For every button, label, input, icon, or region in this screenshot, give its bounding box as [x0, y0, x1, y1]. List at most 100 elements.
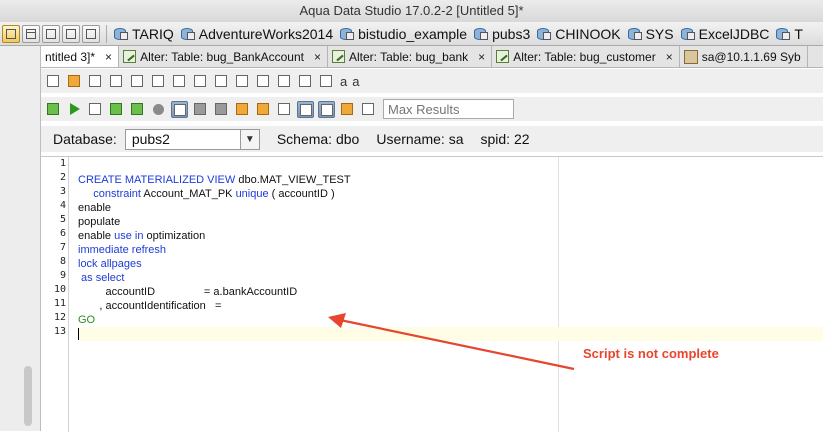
database-server-icon: [627, 26, 643, 42]
copy-button[interactable]: [213, 73, 230, 90]
stop-button[interactable]: [150, 101, 167, 118]
save-icon: [89, 74, 101, 87]
code-token: populate: [78, 216, 121, 228]
chart-view-toggle-button[interactable]: [82, 24, 100, 43]
sql-keyword: immediate refresh: [78, 244, 167, 256]
annotation-text: Script is not complete: [583, 346, 719, 361]
alter-table-icon: [331, 50, 345, 63]
connection-tariq[interactable]: TARIQ: [113, 26, 174, 42]
execute-button[interactable]: [66, 101, 83, 118]
code-line: constraint Account_MAT_PK unique ( accou…: [78, 187, 823, 201]
client-statistics-button[interactable]: [276, 101, 293, 118]
tab-alter-bug-bankaccount[interactable]: Alter: Table: bug_BankAccount ×: [119, 46, 328, 67]
code-line: enable use in optimization: [78, 229, 823, 243]
tab-server-session[interactable]: sa@10.1.1.69 Syb: [680, 46, 808, 67]
tab-close-icon[interactable]: ×: [314, 50, 321, 64]
code-line: populate: [78, 215, 823, 229]
format-sql-icon: [257, 102, 269, 115]
list-view-toggle-button[interactable]: [42, 24, 60, 43]
database-server-icon: [680, 26, 696, 42]
execute-current-button[interactable]: [87, 101, 104, 118]
database-server-icon: [775, 26, 791, 42]
results-in-grid-button[interactable]: [297, 100, 314, 118]
execute-all-icon: [47, 102, 59, 115]
list-view-icon: [46, 28, 56, 39]
execute-edit-button[interactable]: [108, 101, 125, 118]
commit-button[interactable]: [192, 101, 209, 118]
code-token: ( accountID ): [268, 188, 335, 200]
tab-alter-bug-customer[interactable]: Alter: Table: bug_customer ×: [492, 46, 680, 67]
connection-sys[interactable]: SYS: [627, 26, 674, 42]
connection-exceljdbc[interactable]: ExcelJDBC: [680, 26, 769, 42]
results-in-text-button[interactable]: [318, 100, 335, 118]
tab-close-icon[interactable]: ×: [105, 50, 112, 64]
connection-t[interactable]: T: [775, 26, 803, 42]
username-value: sa: [448, 131, 464, 147]
paste-icon: [236, 74, 248, 87]
auto-commit-button[interactable]: [171, 100, 188, 118]
connection-adventureworks2014[interactable]: AdventureWorks2014: [180, 26, 333, 42]
line-number: 9: [59, 270, 66, 281]
code-token: enable: [78, 202, 112, 214]
database-select[interactable]: pubs2 ▼: [124, 128, 260, 150]
tab-untitled-3[interactable]: ntitled 3]* ×: [41, 46, 120, 67]
tab-close-icon[interactable]: ×: [666, 50, 673, 64]
sql-editor[interactable]: 1 2 3 4 5 6 7 8 9 10 11 12 13 CREATE MATERIALIZED VI…: [41, 156, 823, 432]
sql-keyword: constraint: [78, 188, 141, 200]
format-sql-button[interactable]: [255, 101, 272, 118]
code-token: Account_MAT_PK: [140, 188, 236, 200]
save-button[interactable]: [87, 73, 104, 90]
max-results-input[interactable]: [383, 99, 514, 119]
query-toolbar-top: a a: [41, 69, 823, 93]
cut-button[interactable]: [192, 73, 209, 90]
tab-close-icon[interactable]: ×: [478, 50, 485, 64]
new-file-button[interactable]: [45, 73, 62, 90]
export-button[interactable]: [171, 73, 188, 90]
tab-alter-bug-bank[interactable]: Alter: Table: bug_bank ×: [328, 46, 493, 67]
code-token: enable: [78, 230, 115, 242]
save-all-button[interactable]: [129, 73, 146, 90]
editor-tab-strip: ntitled 3]* × Alter: Table: bug_BankAcco…: [41, 46, 823, 68]
line-number: 13: [53, 326, 66, 337]
undo-button[interactable]: [255, 73, 272, 90]
open-file-button[interactable]: [66, 73, 83, 90]
rollback-button[interactable]: [213, 101, 230, 118]
code-line: as select: [78, 271, 823, 285]
code-token: , accountIdentification =: [78, 300, 222, 312]
save-as-button[interactable]: [108, 73, 125, 90]
query-options-button[interactable]: [360, 101, 377, 118]
redo-button[interactable]: [276, 73, 293, 90]
connection-toolbar: TARIQ AdventureWorks2014 bistudio_exampl…: [0, 22, 823, 46]
line-number: 1: [59, 158, 66, 169]
find-replace-icon: [320, 74, 332, 87]
execute-all-button[interactable]: [45, 101, 62, 118]
explain-plan-button[interactable]: [234, 101, 251, 118]
username-label: Username:: [376, 131, 445, 147]
tree-view-toggle-button[interactable]: [2, 24, 20, 43]
grid-view-toggle-button[interactable]: [22, 24, 40, 43]
find-replace-button[interactable]: [318, 73, 335, 90]
execute-grid-button[interactable]: [129, 101, 146, 118]
print-button[interactable]: [150, 73, 167, 90]
font-size-decrease-button[interactable]: a: [352, 74, 359, 89]
font-size-increase-button[interactable]: a: [340, 74, 347, 89]
paste-button[interactable]: [234, 73, 251, 90]
execute-grid-icon: [131, 102, 143, 115]
chevron-down-icon[interactable]: ▼: [239, 129, 259, 149]
connection-label: AdventureWorks2014: [198, 25, 334, 42]
results-to-file-button[interactable]: [339, 101, 356, 118]
code-line: GO: [78, 313, 823, 327]
left-panel-scrollbar[interactable]: [24, 366, 32, 426]
database-server-icon: [113, 26, 129, 42]
spid-info: spid: 22: [480, 131, 529, 147]
connection-pubs3[interactable]: pubs3: [473, 26, 530, 42]
database-view-toggle-button[interactable]: [62, 24, 80, 43]
sql-code-area[interactable]: CREATE MATERIALIZED VIEW dbo.MAT_VIEW_TE…: [78, 159, 823, 341]
connection-chinook[interactable]: CHINOOK: [536, 26, 621, 42]
new-file-icon: [47, 74, 59, 87]
code-line: , accountIdentification =: [78, 299, 823, 313]
connection-bistudio-example[interactable]: bistudio_example: [339, 26, 467, 42]
connection-label: pubs3: [492, 25, 531, 42]
find-button[interactable]: [297, 73, 314, 90]
